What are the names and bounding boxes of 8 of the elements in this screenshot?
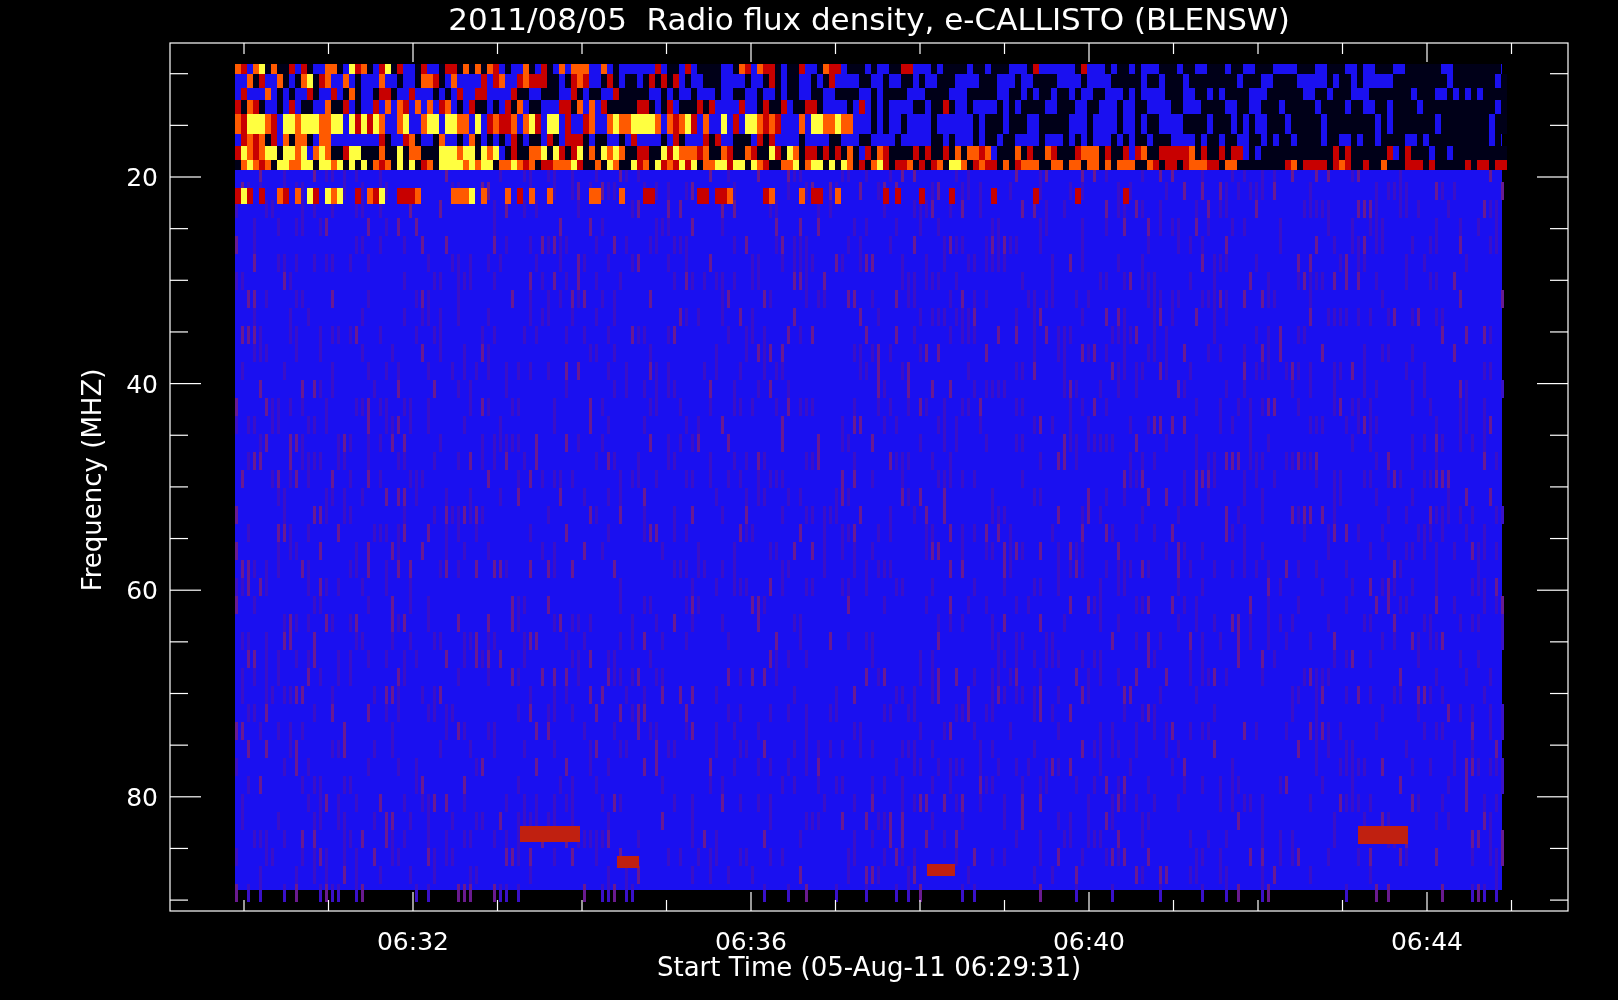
tick-label: 60: [126, 576, 158, 606]
tick-label: 06:44: [1391, 927, 1463, 956]
tick-label: 40: [126, 369, 158, 399]
axis-label: Frequency (MHZ): [77, 368, 107, 592]
tick-label: 20: [126, 163, 158, 192]
tick-label: 06:32: [377, 927, 449, 956]
tick-label: 80: [126, 782, 158, 812]
chart-title: 2011/08/05 Radio flux density, e-CALLISTO (BLENSW): [448, 1, 1290, 37]
